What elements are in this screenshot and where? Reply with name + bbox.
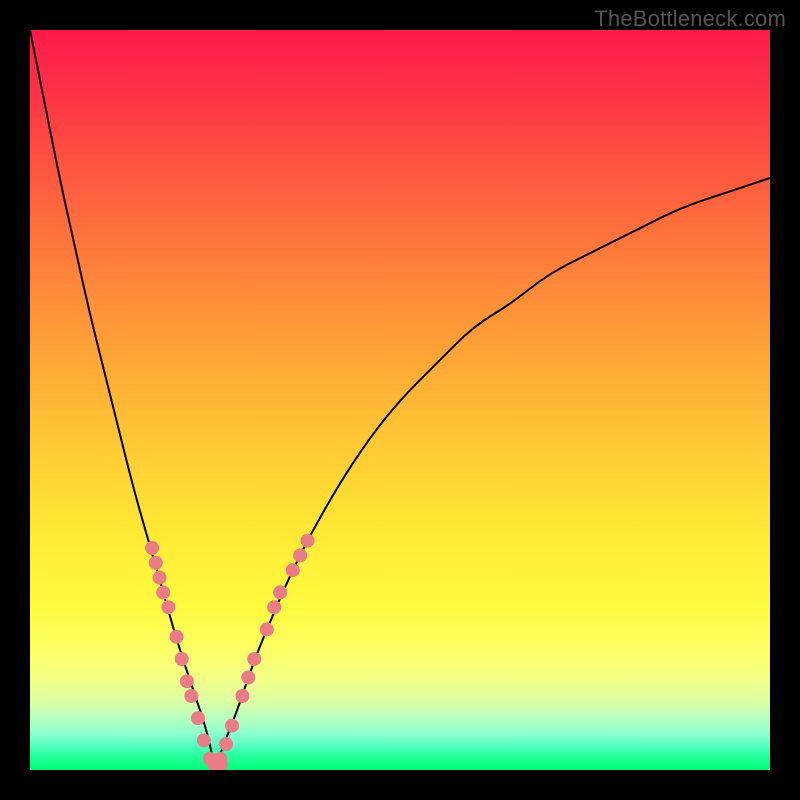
sample-marker <box>293 548 307 562</box>
sample-marker <box>225 719 239 733</box>
chart-frame: TheBottleneck.com <box>0 0 800 800</box>
sample-marker <box>145 541 159 555</box>
plot-area <box>30 30 770 770</box>
sample-marker <box>219 737 233 751</box>
sample-marker <box>273 585 287 599</box>
curve-layer <box>30 30 770 770</box>
sample-marker <box>156 585 170 599</box>
sample-marker <box>286 563 300 577</box>
sample-marker <box>153 571 167 585</box>
sample-marker <box>191 711 205 725</box>
sample-marker <box>149 556 163 570</box>
watermark-label: TheBottleneck.com <box>594 6 786 32</box>
sample-markers <box>145 534 314 770</box>
sample-marker <box>170 630 184 644</box>
sample-marker <box>267 600 281 614</box>
sample-marker <box>241 671 255 685</box>
sample-marker <box>180 674 194 688</box>
sample-marker <box>247 652 261 666</box>
sample-marker <box>235 689 249 703</box>
bottleneck-curve <box>30 30 770 763</box>
sample-marker <box>184 689 198 703</box>
sample-marker <box>197 733 211 747</box>
sample-marker <box>175 652 189 666</box>
sample-marker <box>161 600 175 614</box>
sample-marker <box>260 622 274 636</box>
sample-marker <box>301 534 315 548</box>
